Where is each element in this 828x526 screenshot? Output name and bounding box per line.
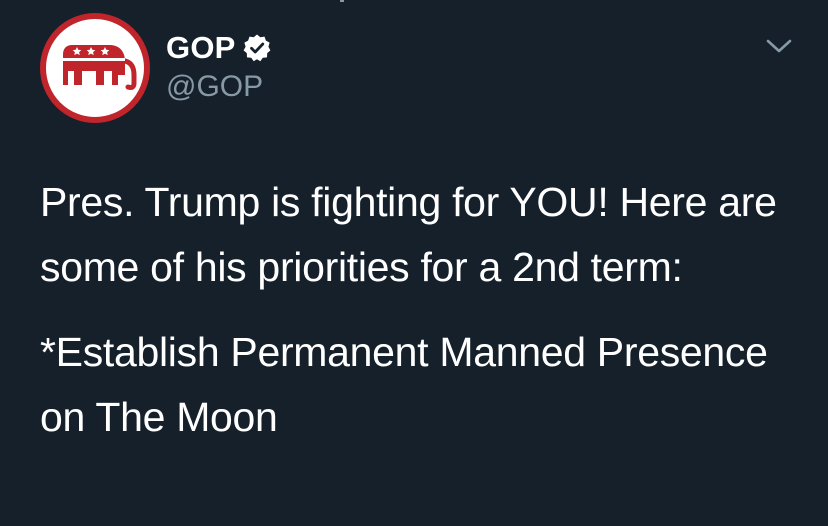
display-name[interactable]: GOP <box>166 30 236 66</box>
verified-badge-icon <box>242 33 272 63</box>
name-row[interactable]: GOP <box>166 28 272 68</box>
tweet-paragraph: *Establish Permanent Manned Presence on … <box>40 329 768 440</box>
chevron-down-icon[interactable] <box>764 36 794 56</box>
republican-elephant-logo <box>63 45 137 90</box>
tweet-card[interactable]: GOP @GOP Pres. Trump is fighting for YOU… <box>0 0 828 526</box>
avatar[interactable] <box>40 13 150 123</box>
tweet-text: Pres. Trump is fighting for YOU! Here ar… <box>40 170 800 450</box>
user-handle[interactable]: @GOP <box>166 70 263 104</box>
tweet-paragraph: Pres. Trump is fighting for YOU! Here ar… <box>40 179 777 290</box>
top-edge-fragment <box>340 0 344 2</box>
